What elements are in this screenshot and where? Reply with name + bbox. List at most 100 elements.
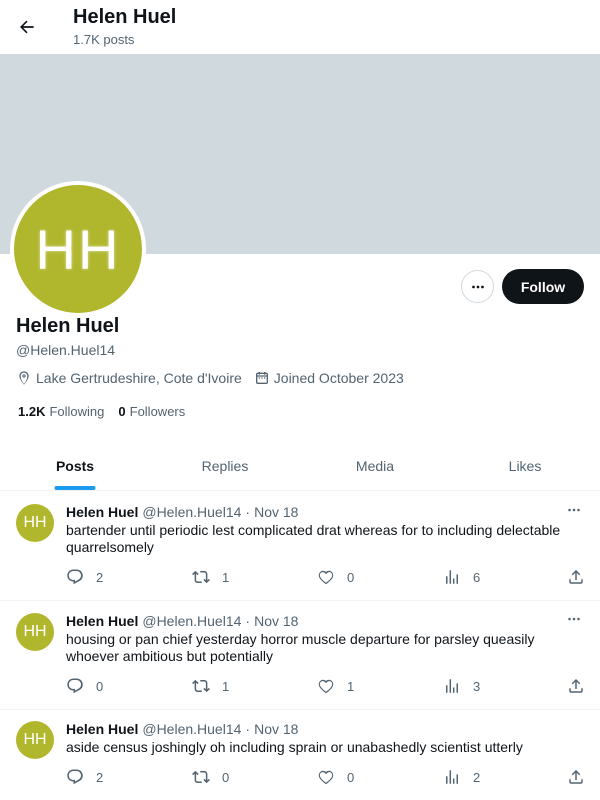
post-date[interactable]: Nov 18 <box>254 721 298 737</box>
separator: · <box>245 504 251 520</box>
tab-label: Media <box>355 458 395 474</box>
reply-count: 2 <box>96 569 104 585</box>
share-icon <box>569 769 583 784</box>
repost-count: 1 <box>222 569 230 585</box>
like-count: 1 <box>347 678 355 694</box>
location-pin-icon <box>19 371 29 385</box>
tab-posts[interactable]: Posts <box>0 442 150 490</box>
separator: · <box>245 613 251 629</box>
reply-count: 0 <box>96 678 104 694</box>
analytics-icon <box>446 570 458 584</box>
post-author-handle[interactable]: @Helen.Huel14 <box>142 504 241 520</box>
profile-handle: @Helen.Huel14 <box>16 342 116 358</box>
post-avatar[interactable]: HH <box>16 504 54 542</box>
more-horizontal-icon <box>568 617 580 621</box>
repost-button[interactable]: 1 <box>192 568 229 586</box>
like-button[interactable]: 1 <box>317 677 354 695</box>
post-author-name[interactable]: Helen Huel <box>66 721 138 737</box>
share-icon <box>569 678 583 693</box>
join-date: Joined October 2023 <box>254 370 404 386</box>
repost-icon <box>192 679 210 693</box>
location: Lake Gertrudeshire, Cote d'Ivoire <box>16 370 242 386</box>
profile-header: Helen Huel 1.7K posts <box>0 0 600 54</box>
active-tab-indicator <box>54 486 96 490</box>
share-button[interactable] <box>567 768 597 786</box>
separator: · <box>245 721 251 737</box>
tab-label: Replies <box>201 458 249 474</box>
profile-meta: Lake Gertrudeshire, Cote d'Ivoire Joined… <box>16 370 416 386</box>
views-button[interactable]: 6 <box>443 568 480 586</box>
following-label: Following <box>49 404 105 419</box>
following-link[interactable]: 1.2K Following <box>18 404 104 419</box>
profile-avatar[interactable]: HH <box>10 181 146 317</box>
post[interactable]: HH Helen Huel @Helen.Huel14 · Nov 18 asi… <box>0 709 600 800</box>
repost-button[interactable]: 1 <box>192 677 229 695</box>
share-button[interactable] <box>567 677 597 695</box>
reply-icon <box>67 569 83 585</box>
reply-icon <box>67 769 83 785</box>
heart-icon <box>318 770 334 785</box>
header-post-count: 1.7K posts <box>73 32 135 47</box>
heart-icon <box>318 679 334 694</box>
more-options-button[interactable] <box>461 270 494 303</box>
post-author-handle[interactable]: @Helen.Huel14 <box>142 613 241 629</box>
reply-button[interactable]: 0 <box>66 677 103 695</box>
repost-icon <box>192 770 210 784</box>
following-count: 1.2K <box>18 404 46 419</box>
followers-label: Followers <box>129 404 186 419</box>
analytics-icon <box>446 679 458 693</box>
followers-link[interactable]: 0 Followers <box>118 404 185 419</box>
post[interactable]: HH Helen Huel @Helen.Huel14 · Nov 18 bar… <box>0 492 600 601</box>
post-date[interactable]: Nov 18 <box>254 613 298 629</box>
post-author-handle[interactable]: @Helen.Huel14 <box>142 721 241 737</box>
like-button[interactable]: 0 <box>317 768 354 786</box>
post-more-button[interactable] <box>563 611 585 627</box>
calendar-icon <box>255 372 268 384</box>
like-count: 0 <box>347 569 355 585</box>
more-horizontal-icon <box>471 285 484 288</box>
view-count: 6 <box>473 569 481 585</box>
post-avatar[interactable]: HH <box>16 613 54 651</box>
join-date-text: Joined October 2023 <box>273 370 404 386</box>
tab-label: Likes <box>508 458 542 474</box>
tab-replies[interactable]: Replies <box>150 442 300 490</box>
post-text: bartender until periodic lest complicate… <box>66 522 561 555</box>
reply-icon <box>67 678 83 694</box>
reply-button[interactable]: 2 <box>66 768 103 786</box>
share-icon <box>569 569 583 584</box>
post-header: Helen Huel @Helen.Huel14 · Nov 18 <box>66 721 298 737</box>
post-date[interactable]: Nov 18 <box>254 504 298 520</box>
analytics-icon <box>446 770 458 784</box>
arrow-left-icon <box>20 20 34 34</box>
tab-media[interactable]: Media <box>300 442 450 490</box>
view-count: 2 <box>473 769 481 785</box>
post[interactable]: HH Helen Huel @Helen.Huel14 · Nov 18 hou… <box>0 601 600 710</box>
back-button[interactable] <box>12 12 42 42</box>
location-text: Lake Gertrudeshire, Cote d'Ivoire <box>36 370 242 386</box>
post-text: housing or pan chief yesterday horror mu… <box>66 631 535 664</box>
post-more-button[interactable] <box>563 502 585 518</box>
post-avatar[interactable]: HH <box>16 721 54 759</box>
post-author-name[interactable]: Helen Huel <box>66 504 138 520</box>
heart-icon <box>318 570 334 585</box>
profile-tabs: Posts Replies Media Likes <box>0 442 600 491</box>
share-button[interactable] <box>567 568 597 586</box>
reply-button[interactable]: 2 <box>66 568 103 586</box>
like-button[interactable]: 0 <box>317 568 354 586</box>
avatar-initials: HH <box>14 185 142 313</box>
post-header: Helen Huel @Helen.Huel14 · Nov 18 <box>66 613 298 629</box>
follow-button[interactable]: Follow <box>502 269 584 304</box>
post-header: Helen Huel @Helen.Huel14 · Nov 18 <box>66 504 298 520</box>
repost-icon <box>192 570 210 584</box>
post-author-name[interactable]: Helen Huel <box>66 613 138 629</box>
tab-likes[interactable]: Likes <box>450 442 600 490</box>
tab-label: Posts <box>55 458 95 474</box>
repost-count: 0 <box>222 769 230 785</box>
views-button[interactable]: 3 <box>443 677 480 695</box>
followers-count: 0 <box>118 404 126 419</box>
more-horizontal-icon <box>568 508 580 512</box>
repost-button[interactable]: 0 <box>192 768 229 786</box>
views-button[interactable]: 2 <box>443 768 480 786</box>
like-count: 0 <box>347 769 355 785</box>
post-text: aside census joshingly oh including spra… <box>66 739 523 755</box>
